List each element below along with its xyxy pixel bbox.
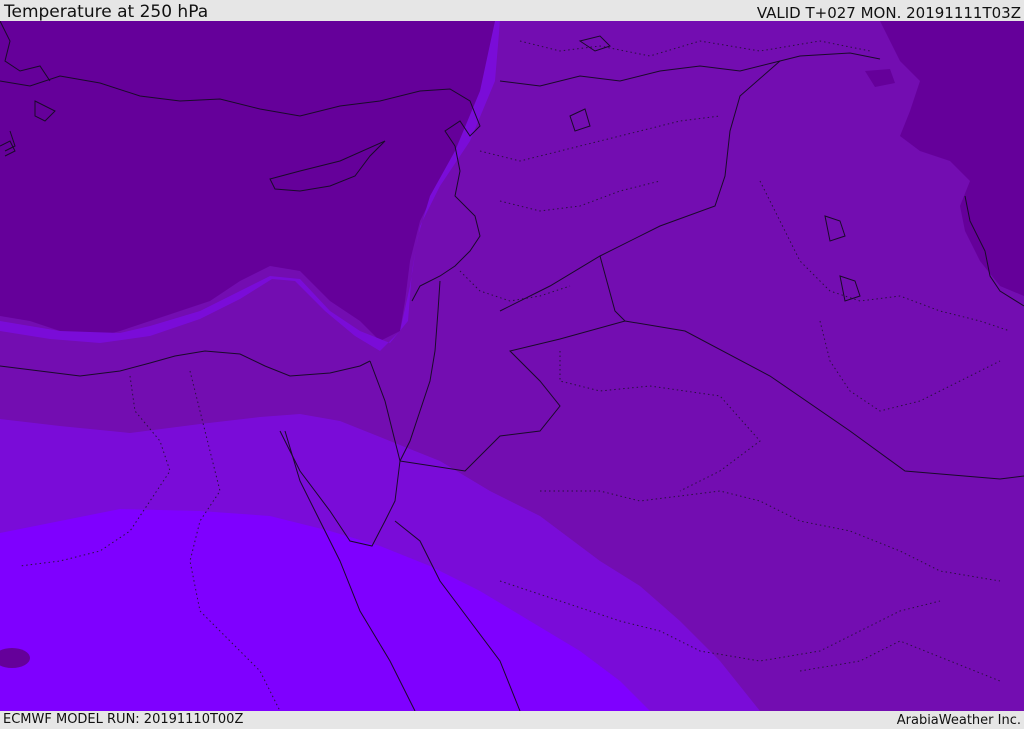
map-header: Temperature at 250 hPa VALID T+027 MON. … — [0, 0, 1024, 21]
credit: ArabiaWeather Inc. — [896, 713, 1021, 728]
temperature-map[interactable] — [0, 21, 1024, 711]
map-title: Temperature at 250 hPa — [4, 2, 209, 22]
map-canvas — [0, 21, 1024, 711]
model-run: ECMWF MODEL RUN: 20191110T00Z — [3, 712, 244, 727]
valid-time: VALID T+027 MON. 20191111T03Z — [756, 4, 1021, 22]
map-footer: ECMWF MODEL RUN: 20191110T00Z ArabiaWeat… — [0, 711, 1024, 729]
